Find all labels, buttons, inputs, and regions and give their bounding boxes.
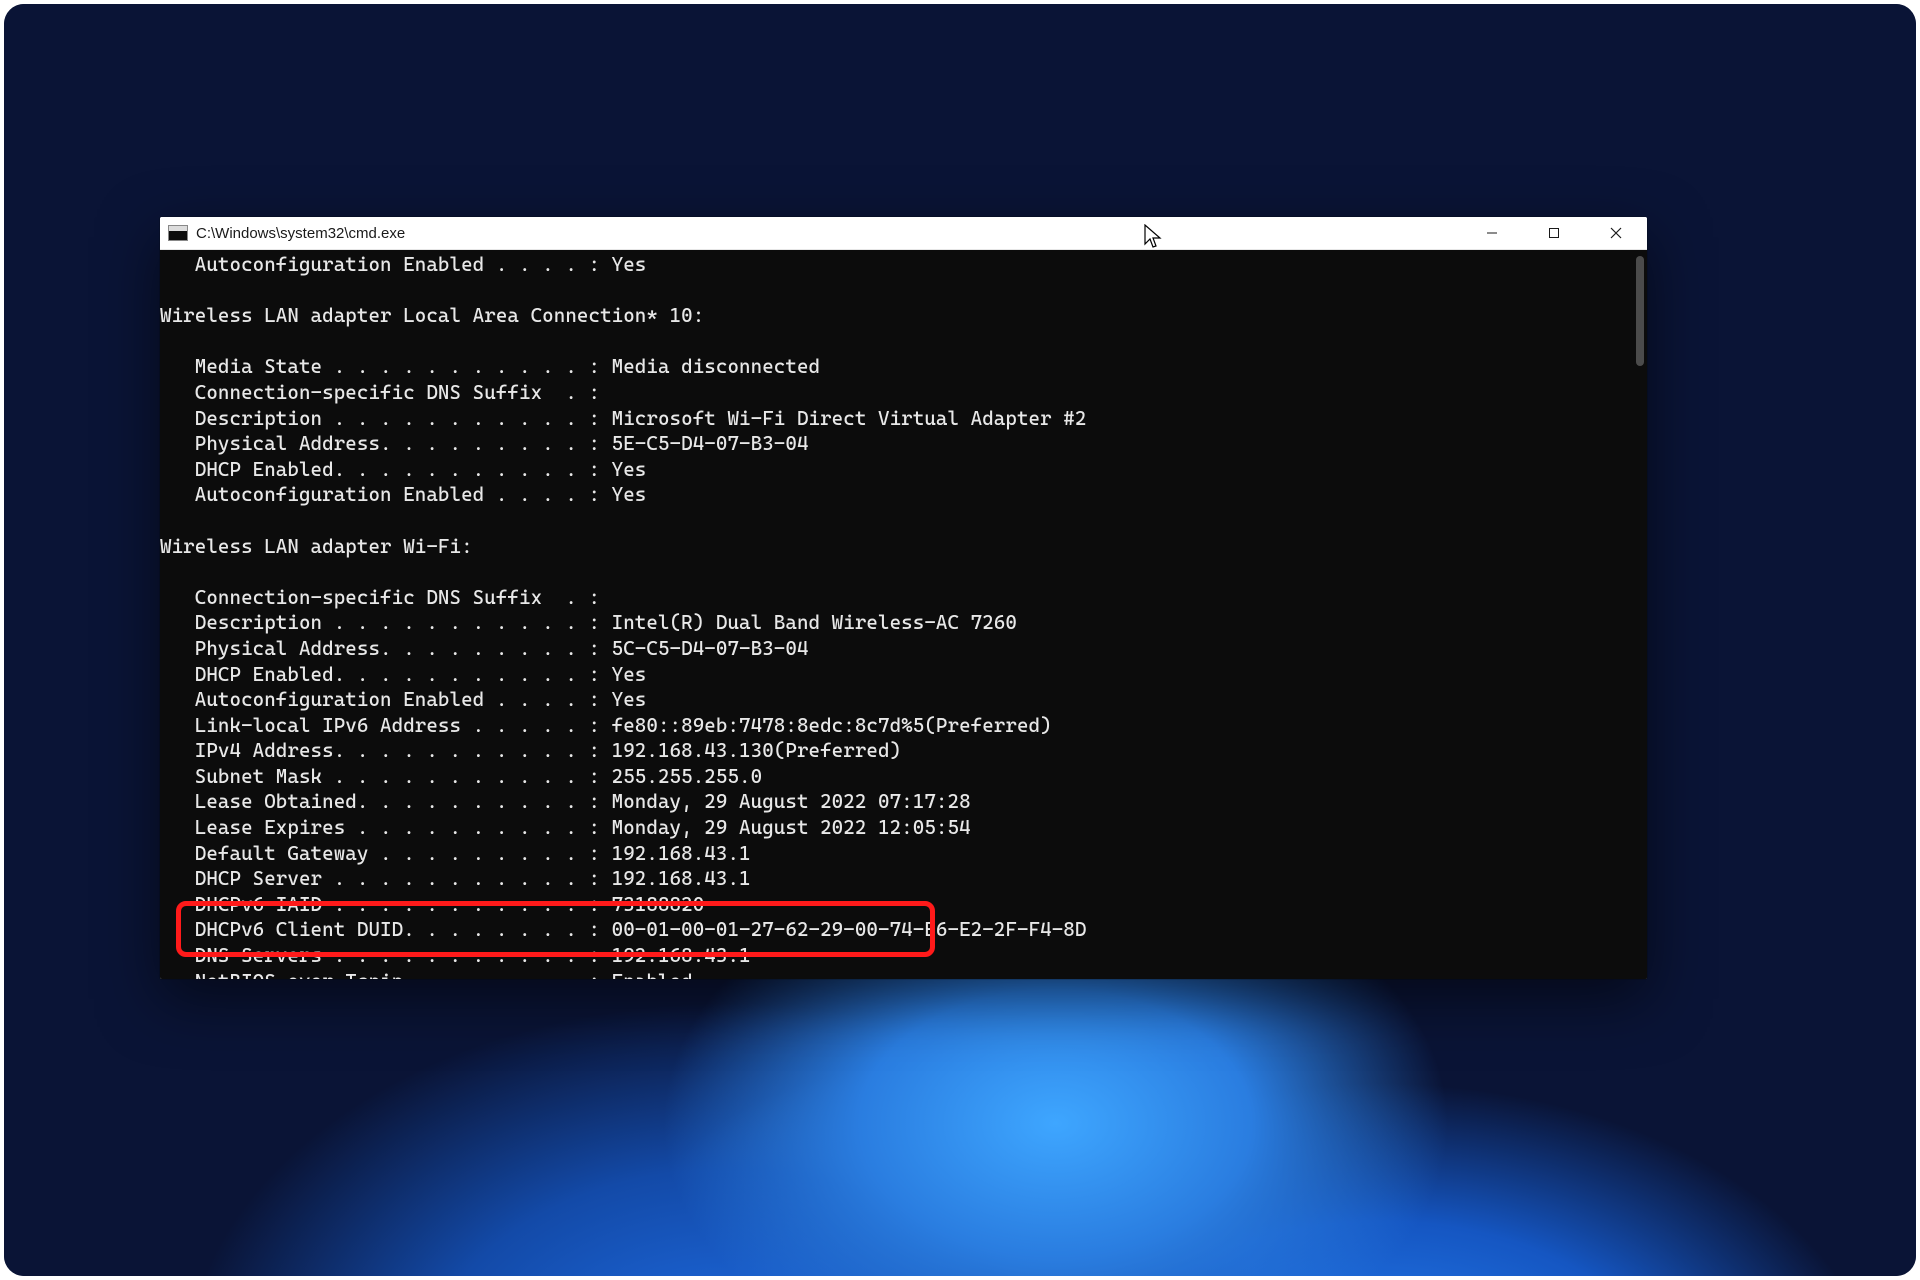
window-title: C:\Windows\system32\cmd.exe	[196, 225, 405, 242]
window-controls	[1461, 217, 1647, 249]
minimize-button[interactable]	[1461, 217, 1523, 249]
maximize-button[interactable]	[1523, 217, 1585, 249]
vertical-scrollbar[interactable]	[1630, 250, 1647, 979]
cmd-window: C:\Windows\system32\cmd.exe Autoconfigur…	[160, 217, 1647, 979]
screenshot-canvas: C:\Windows\system32\cmd.exe Autoconfigur…	[0, 0, 1920, 1280]
close-button[interactable]	[1585, 217, 1647, 249]
terminal-output: Autoconfiguration Enabled . . . . : Yes …	[160, 250, 1647, 979]
terminal-client-area[interactable]: Autoconfiguration Enabled . . . . : Yes …	[160, 250, 1647, 979]
cmd-icon	[168, 225, 188, 241]
window-titlebar[interactable]: C:\Windows\system32\cmd.exe	[160, 217, 1647, 250]
desktop-frame: C:\Windows\system32\cmd.exe Autoconfigur…	[4, 4, 1916, 1276]
scrollbar-thumb[interactable]	[1636, 256, 1644, 366]
